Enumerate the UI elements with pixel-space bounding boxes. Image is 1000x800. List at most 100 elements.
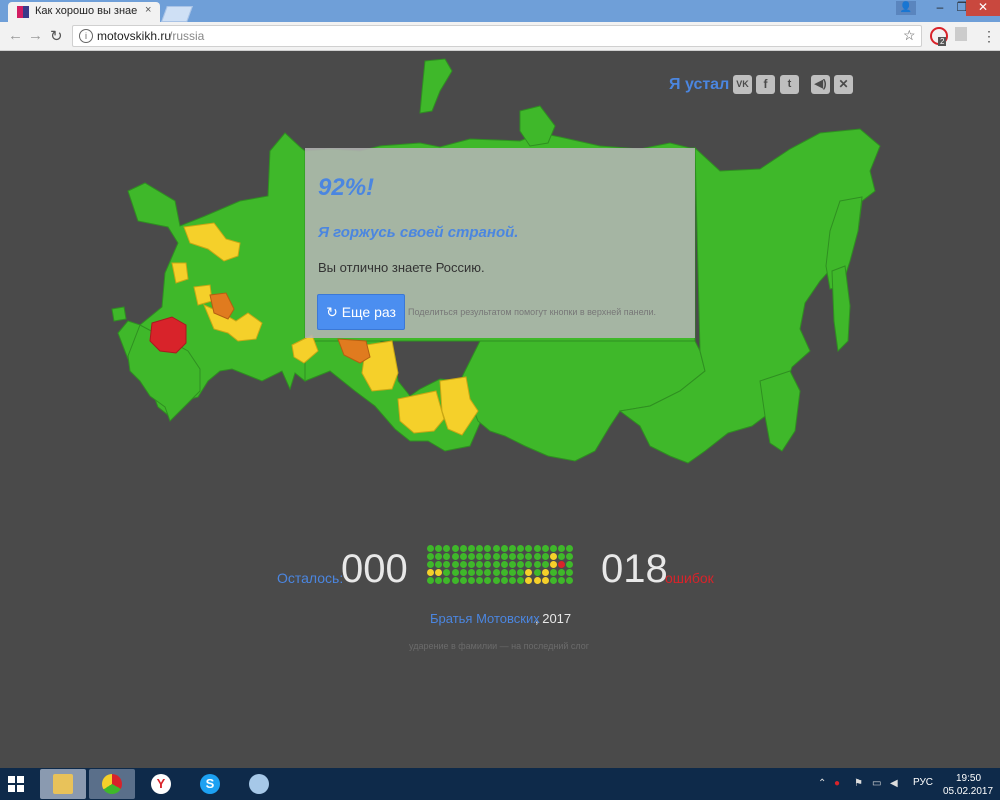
extension-badge: 2 xyxy=(938,37,947,46)
windows-start-icon[interactable] xyxy=(8,776,24,792)
tab-active[interactable]: Как хорошо вы знаете Р × xyxy=(8,2,160,22)
result-text: Вы отлично знаете Россию. xyxy=(318,260,485,275)
answer-dot xyxy=(468,561,475,568)
answer-dot xyxy=(533,569,541,576)
game-page: Я устал VK f t ◀) ✕ 92%! Я горжусь своей… xyxy=(0,51,1000,768)
answer-dot xyxy=(558,569,566,576)
answer-dot xyxy=(443,569,451,576)
answer-dot xyxy=(525,577,533,584)
new-tab-button[interactable] xyxy=(161,6,193,22)
tray-time[interactable]: 19:50 xyxy=(956,773,981,784)
answer-dot xyxy=(451,569,459,576)
answer-dot xyxy=(533,577,541,584)
tray-antivirus-icon[interactable]: ● xyxy=(834,778,840,789)
tray-language[interactable]: РУС xyxy=(913,777,933,788)
answer-dot xyxy=(509,545,516,552)
answer-dot xyxy=(443,553,451,560)
answer-dot xyxy=(500,553,508,560)
taskbar-explorer[interactable] xyxy=(40,769,86,799)
retry-button[interactable]: ↻ Еще раз xyxy=(317,294,405,330)
answer-dot xyxy=(550,545,557,552)
answer-dot xyxy=(435,577,443,584)
vk-share-icon[interactable]: VK xyxy=(733,75,752,94)
region-kaliningrad[interactable] xyxy=(111,306,127,322)
folder-icon xyxy=(53,774,73,794)
answer-dot xyxy=(459,569,467,576)
region-primorye[interactable] xyxy=(759,370,801,452)
user-profile-icon[interactable]: 👤 xyxy=(896,1,916,15)
tray-volume-icon[interactable]: ◀ xyxy=(890,778,898,789)
twitter-share-icon[interactable]: t xyxy=(780,75,799,94)
answer-dot xyxy=(492,553,500,560)
sound-icon[interactable]: ◀) xyxy=(811,75,830,94)
answer-dot xyxy=(468,545,475,552)
answer-dot xyxy=(525,561,533,568)
answer-dot xyxy=(468,577,475,584)
close-window-button[interactable]: ✕ xyxy=(966,0,1000,16)
site-favicon-icon xyxy=(17,6,29,18)
answer-dot xyxy=(476,553,484,560)
answer-dot xyxy=(451,553,459,560)
answer-dot xyxy=(509,577,516,584)
tray-flag-icon[interactable]: ⚑ xyxy=(854,778,863,789)
taskbar-chrome[interactable] xyxy=(89,769,135,799)
tray-date[interactable]: 05.02.2017 xyxy=(943,786,993,797)
chrome-icon xyxy=(102,774,122,794)
answer-dot xyxy=(435,545,443,552)
authors-link[interactable]: Братья Мотовских xyxy=(430,611,540,626)
tired-link[interactable]: Я устал xyxy=(669,76,729,94)
answer-dot xyxy=(550,569,557,576)
answer-dot xyxy=(459,577,467,584)
answer-dot xyxy=(525,569,533,576)
answer-dot xyxy=(566,569,574,576)
answer-dot xyxy=(566,561,574,568)
region-novaya-zemlya[interactable] xyxy=(419,58,453,114)
answer-dot xyxy=(459,545,467,552)
answer-dot xyxy=(435,569,443,576)
region-sakhalin[interactable] xyxy=(831,265,851,353)
errors-count: 018 xyxy=(601,547,668,591)
answer-dot xyxy=(517,545,525,552)
answer-dot xyxy=(558,577,566,584)
tray-arrow-icon[interactable]: ⌃ xyxy=(818,778,826,789)
bookmark-star-icon[interactable]: ☆ xyxy=(903,27,916,44)
answer-dot xyxy=(509,561,516,568)
answer-dot xyxy=(484,545,492,552)
facebook-share-icon[interactable]: f xyxy=(756,75,775,94)
remaining-count: 000 xyxy=(341,547,408,591)
browser-toolbar: ← → ↻ i motovskikh.ru /russia ☆ xyxy=(0,22,1000,51)
answer-dot xyxy=(435,553,443,560)
taskbar-skype[interactable]: S xyxy=(187,769,233,799)
answer-dot xyxy=(492,577,500,584)
address-bar[interactable]: i motovskikh.ru /russia ☆ xyxy=(72,25,922,47)
answer-dot xyxy=(566,553,574,560)
result-percent: 92%! xyxy=(318,174,375,201)
answer-dot xyxy=(550,561,557,568)
menu-icon[interactable]: ⋮ xyxy=(982,28,996,45)
forward-arrow-icon[interactable]: → xyxy=(28,27,43,44)
back-arrow-icon[interactable]: ← xyxy=(8,27,23,44)
credit-year: , 2017 xyxy=(535,611,572,626)
tab-close-icon[interactable]: × xyxy=(145,4,151,16)
answer-dot xyxy=(451,545,459,552)
close-icon[interactable]: ✕ xyxy=(834,75,853,94)
answer-dot xyxy=(517,561,525,568)
pdf-extension-icon[interactable] xyxy=(955,27,967,41)
taskbar-yandex[interactable]: Y xyxy=(138,769,184,799)
remaining-label: Осталось: xyxy=(277,570,344,586)
stress-note: ударение в фамилии — на последний слог xyxy=(409,641,590,651)
answer-dot xyxy=(427,561,434,568)
taskbar-paint[interactable] xyxy=(236,769,282,799)
answer-dot xyxy=(533,561,541,568)
answer-dot xyxy=(427,553,434,560)
answer-dot xyxy=(500,569,508,576)
reload-icon[interactable]: ↻ xyxy=(50,27,63,45)
answer-dot xyxy=(476,569,484,576)
tray-network-icon[interactable]: ▭ xyxy=(872,778,881,789)
answer-dot xyxy=(500,545,508,552)
url-host: motovskikh.ru xyxy=(97,29,172,43)
answer-dot xyxy=(533,553,541,560)
info-icon[interactable]: i xyxy=(79,29,93,43)
answer-dot xyxy=(435,561,443,568)
answer-dot xyxy=(468,569,475,576)
